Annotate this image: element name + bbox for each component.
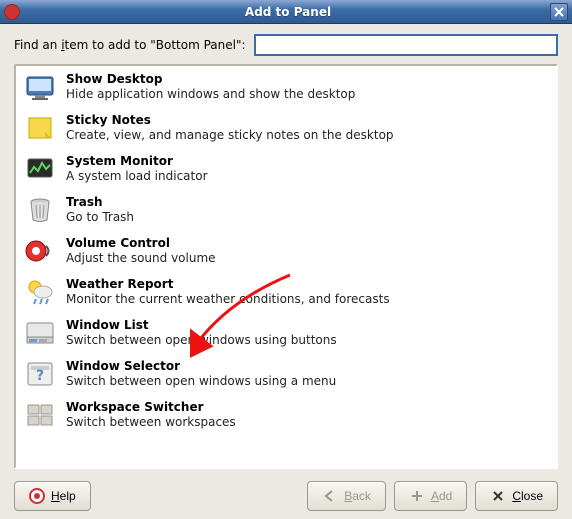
system-monitor-icon <box>24 153 56 185</box>
list-item-text: Window Selector Switch between open wind… <box>66 358 548 388</box>
list-item[interactable]: Weather Report Monitor the current weath… <box>18 273 554 314</box>
list-item-text: Window List Switch between open windows … <box>66 317 548 347</box>
list-item-title: Weather Report <box>66 277 548 291</box>
list-item-desc: A system load indicator <box>66 169 548 183</box>
sticky-notes-icon <box>24 112 56 144</box>
list-item-title: Trash <box>66 195 548 209</box>
list-item-desc: Adjust the sound volume <box>66 251 548 265</box>
list-item-title: Show Desktop <box>66 72 548 86</box>
list-item[interactable]: Show Desktop Hide application windows an… <box>18 68 554 109</box>
search-label-pre: Find an <box>14 38 61 52</box>
help-icon <box>29 488 45 504</box>
list-item[interactable]: ? Window Selector Switch between open wi… <box>18 355 554 396</box>
close-button[interactable]: Close <box>475 481 558 511</box>
show-desktop-icon <box>24 71 56 103</box>
list-item-desc: Switch between open windows using a menu <box>66 374 548 388</box>
list-item-text: Workspace Switcher Switch between worksp… <box>66 399 548 429</box>
dialog-content: Find an item to add to "Bottom Panel": S… <box>0 24 572 519</box>
add-button[interactable]: Add <box>394 481 467 511</box>
list-item[interactable]: Sticky Notes Create, view, and manage st… <box>18 109 554 150</box>
list-item-desc: Switch between workspaces <box>66 415 548 429</box>
search-row: Find an item to add to "Bottom Panel": <box>14 34 558 56</box>
list-item[interactable]: Volume Control Adjust the sound volume <box>18 232 554 273</box>
list-item-title: Volume Control <box>66 236 548 250</box>
list-item-title: System Monitor <box>66 154 548 168</box>
svg-text:?: ? <box>36 368 44 384</box>
app-icon <box>4 4 20 20</box>
add-icon <box>409 488 425 504</box>
list-item-text: Trash Go to Trash <box>66 194 548 224</box>
weather-report-icon <box>24 276 56 308</box>
window-selector-icon: ? <box>24 358 56 390</box>
search-input[interactable] <box>254 34 558 56</box>
help-button[interactable]: Help <box>14 481 91 511</box>
close-icon <box>490 488 506 504</box>
list-item-text: Show Desktop Hide application windows an… <box>66 71 548 101</box>
search-label: Find an item to add to "Bottom Panel": <box>14 38 246 52</box>
workspace-switcher-icon <box>24 399 56 431</box>
close-button-label: Close <box>512 489 543 503</box>
help-button-label: Help <box>51 489 76 503</box>
close-icon <box>554 7 564 17</box>
list-item-desc: Switch between open windows using button… <box>66 333 548 347</box>
list-item-text: System Monitor A system load indicator <box>66 153 548 183</box>
list-item-text: Sticky Notes Create, view, and manage st… <box>66 112 548 142</box>
window-title: Add to Panel <box>26 5 550 19</box>
list-item[interactable]: Trash Go to Trash <box>18 191 554 232</box>
add-button-label: Add <box>431 489 452 503</box>
back-icon <box>322 488 338 504</box>
list-item-text: Volume Control Adjust the sound volume <box>66 235 548 265</box>
list-item-title: Window Selector <box>66 359 548 373</box>
trash-icon <box>24 194 56 226</box>
button-bar: Help Back Add Close <box>14 469 558 511</box>
volume-control-icon <box>24 235 56 267</box>
close-window-button[interactable] <box>550 3 568 21</box>
list-item[interactable]: System Monitor A system load indicator <box>18 150 554 191</box>
list-item-title: Sticky Notes <box>66 113 548 127</box>
list-item-text: Weather Report Monitor the current weath… <box>66 276 548 306</box>
back-button[interactable]: Back <box>307 481 386 511</box>
list-item-title: Window List <box>66 318 548 332</box>
list-item-desc: Hide application windows and show the de… <box>66 87 548 101</box>
list-item-title: Workspace Switcher <box>66 400 548 414</box>
list-item-desc: Create, view, and manage sticky notes on… <box>66 128 548 142</box>
list-item-desc: Go to Trash <box>66 210 548 224</box>
applet-list: Show Desktop Hide application windows an… <box>14 64 558 469</box>
window-list-icon <box>24 317 56 349</box>
search-label-post: tem to add to "Bottom Panel": <box>65 38 246 52</box>
list-item-desc: Monitor the current weather conditions, … <box>66 292 548 306</box>
list-item[interactable]: Workspace Switcher Switch between worksp… <box>18 396 554 437</box>
applet-list-inner: Show Desktop Hide application windows an… <box>18 68 554 465</box>
back-button-label: Back <box>344 489 371 503</box>
list-item[interactable]: Window List Switch between open windows … <box>18 314 554 355</box>
titlebar: Add to Panel <box>0 0 572 24</box>
